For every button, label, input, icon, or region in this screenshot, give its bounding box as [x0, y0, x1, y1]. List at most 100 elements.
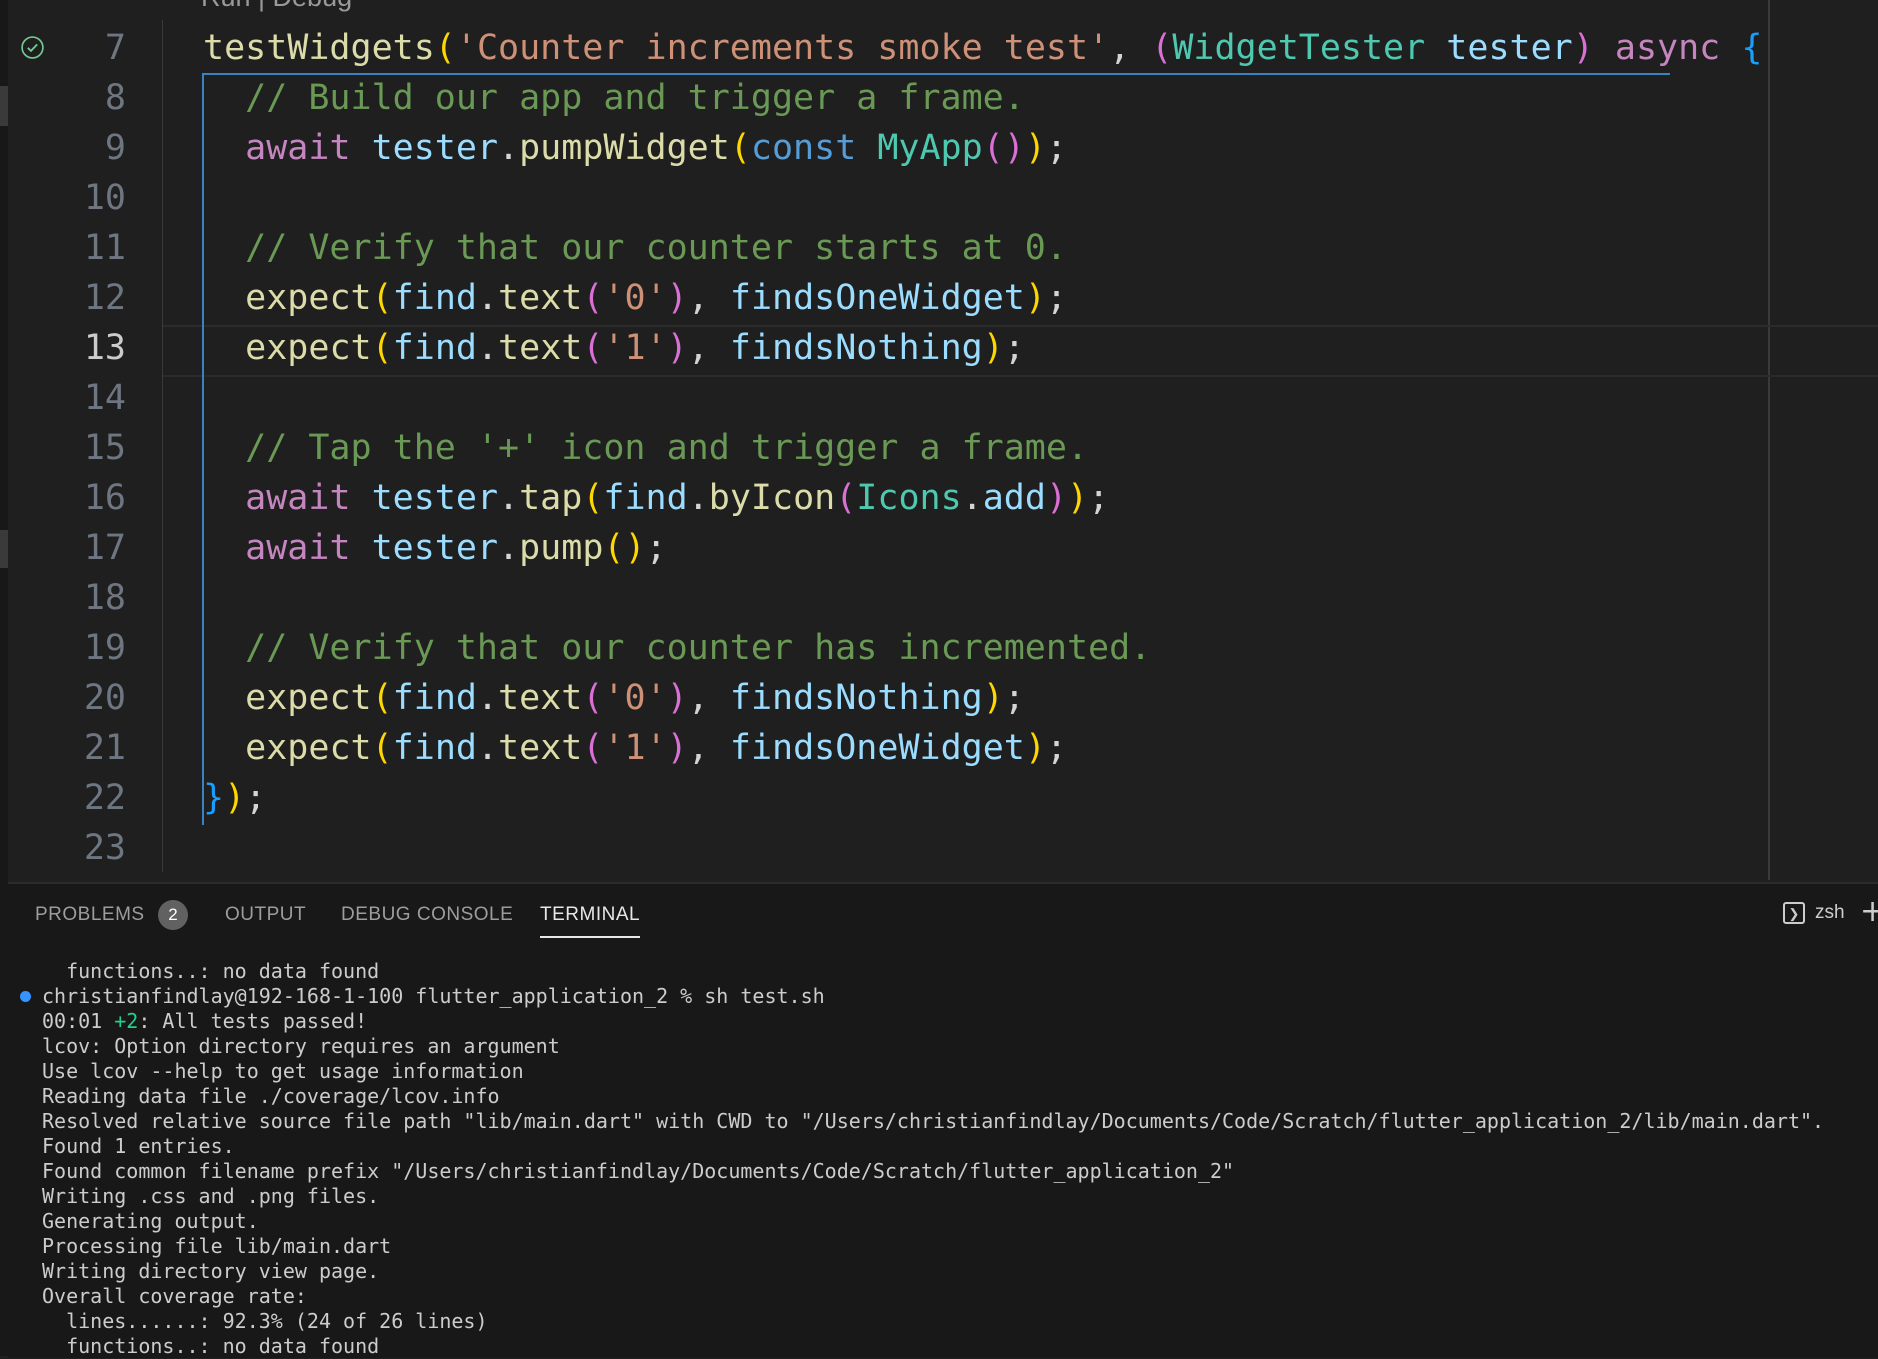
line-number: 22 — [83, 778, 126, 818]
code-line[interactable]: 22}); — [8, 773, 1878, 823]
code-token: text — [498, 678, 583, 718]
terminal-line: Found 1 entries. — [42, 1134, 235, 1158]
code-token: byIcon — [708, 478, 836, 518]
terminal-text: : All tests passed! — [138, 1009, 368, 1033]
code-token: await — [245, 528, 351, 568]
line-number: 8 — [104, 78, 126, 118]
tab-debug-console[interactable]: DEBUG CONSOLE — [341, 904, 513, 926]
code-line[interactable]: 7 testWidgets('Counter increments smoke t… — [8, 23, 1878, 73]
terminal-line: lcov: Option directory requires an argum… — [42, 1034, 560, 1058]
line-number: 18 — [83, 578, 126, 618]
code-token: expect — [245, 278, 372, 318]
line-number: 17 — [83, 528, 126, 568]
line-number: 13 — [83, 328, 126, 368]
tab-label: TERMINAL — [540, 904, 641, 925]
new-terminal-plus-icon[interactable]: + — [1860, 894, 1878, 929]
code-line[interactable]: 20 expect(find.text('0'), findsNothing); — [8, 673, 1878, 723]
code-token: WidgetTester — [1172, 28, 1426, 68]
prompt-status-dot — [20, 991, 31, 1002]
code-line[interactable]: 9 await tester.pumpWidget(const MyApp())… — [8, 123, 1878, 173]
code-token: ( — [582, 728, 604, 768]
code-token: 'Counter increments smoke test' — [455, 28, 1110, 68]
code-editor[interactable]: Run | Debug 7testWidgets('Counter increm… — [8, 0, 1878, 880]
terminal-selector[interactable]: ❯ zsh — [1783, 902, 1845, 924]
code-token: ) — [1572, 28, 1594, 68]
code-text: await tester.pumpWidget(const MyApp()); — [203, 123, 1067, 173]
code-token: text — [498, 728, 583, 768]
code-line[interactable]: 13 expect(find.text('1'), findsNothing); — [8, 323, 1878, 373]
code-token: expect — [245, 678, 372, 718]
code-text: expect(find.text('0'), findsNothing); — [203, 673, 1025, 723]
code-line[interactable]: 23 — [8, 823, 1878, 873]
line-number: 9 — [104, 128, 126, 168]
code-text: expect(find.text('1'), findsOneWidget); — [203, 723, 1067, 773]
code-line[interactable]: 11 // Verify that our counter starts at … — [8, 223, 1878, 273]
code-token: MyApp — [877, 128, 983, 168]
code-token: '1' — [603, 328, 667, 368]
line-number: 20 — [83, 678, 126, 718]
line-number: 14 — [83, 378, 126, 418]
code-line[interactable]: 8 // Build our app and trigger a frame. — [8, 73, 1878, 123]
code-line[interactable]: 21 expect(find.text('1'), findsOneWidget… — [8, 723, 1878, 773]
code-text: testWidgets('Counter increments smoke te… — [203, 23, 1762, 73]
code-line[interactable]: 17 await tester.pump(); — [8, 523, 1878, 573]
code-token: ( — [729, 128, 751, 168]
code-token: ; — [1003, 678, 1025, 718]
code-token: ) — [1024, 128, 1046, 168]
code-text: await tester.pump(); — [203, 523, 666, 573]
code-token: ; — [1045, 128, 1068, 168]
code-token: ( — [582, 478, 604, 518]
scroll-marker — [0, 86, 8, 126]
terminal-line: Generating output. — [42, 1209, 259, 1233]
code-token: ( — [582, 678, 604, 718]
code-line[interactable]: 15 // Tap the '+' icon and trigger a fra… — [8, 423, 1878, 473]
tab-terminal[interactable]: TERMINAL — [540, 904, 641, 938]
code-text: // Tap the '+' icon and trigger a frame. — [203, 423, 1088, 473]
activity-bar-edge — [0, 0, 8, 1356]
code-token: ) — [666, 678, 688, 718]
code-token: await — [245, 128, 351, 168]
code-token: findsOneWidget — [729, 728, 1025, 768]
code-token: // Verify that our counter starts at 0. — [203, 228, 1067, 268]
code-token: ) — [224, 778, 246, 818]
code-token: () — [603, 528, 646, 568]
code-text: expect(find.text('1'), findsNothing); — [203, 323, 1025, 373]
code-token: ; — [1003, 328, 1025, 368]
code-token: ; — [1045, 278, 1068, 318]
code-text: // Verify that our counter has increment… — [203, 623, 1151, 673]
line-number: 10 — [83, 178, 126, 218]
code-token: ( — [434, 28, 456, 68]
code-token: ( — [835, 478, 857, 518]
code-token: , — [687, 278, 730, 318]
code-line[interactable]: 19 // Verify that our counter has increm… — [8, 623, 1878, 673]
code-token: await — [245, 478, 351, 518]
terminal-line: Resolved relative source file path "lib/… — [42, 1109, 1825, 1133]
code-text: await tester.tap(find.byIcon(Icons.add))… — [203, 473, 1109, 523]
code-text: // Build our app and trigger a frame. — [203, 73, 1025, 123]
test-passed-check-icon[interactable] — [20, 35, 45, 60]
code-line[interactable]: 16 await tester.tap(find.byIcon(Icons.ad… — [8, 473, 1878, 523]
tab-problems[interactable]: PROBLEMS — [35, 904, 145, 926]
code-line[interactable]: 12 expect(find.text('0'), findsOneWidget… — [8, 273, 1878, 323]
tab-output[interactable]: OUTPUT — [225, 904, 306, 926]
code-token: find — [392, 328, 477, 368]
terminal-line: Use lcov --help to get usage information — [42, 1059, 524, 1083]
code-token: } — [203, 778, 225, 818]
code-token: find — [603, 478, 688, 518]
code-token: ) — [1024, 278, 1046, 318]
code-line[interactable]: 14 — [8, 373, 1878, 423]
code-token: find — [392, 728, 477, 768]
codelens-run-debug[interactable]: Run | Debug — [201, 0, 352, 13]
code-text: expect(find.text('0'), findsOneWidget); — [203, 273, 1067, 323]
code-line[interactable]: 18 — [8, 573, 1878, 623]
code-line[interactable]: 10 — [8, 173, 1878, 223]
code-token: '1' — [603, 728, 667, 768]
code-text: // Verify that our counter starts at 0. — [203, 223, 1067, 273]
tab-label: PROBLEMS — [35, 904, 145, 925]
